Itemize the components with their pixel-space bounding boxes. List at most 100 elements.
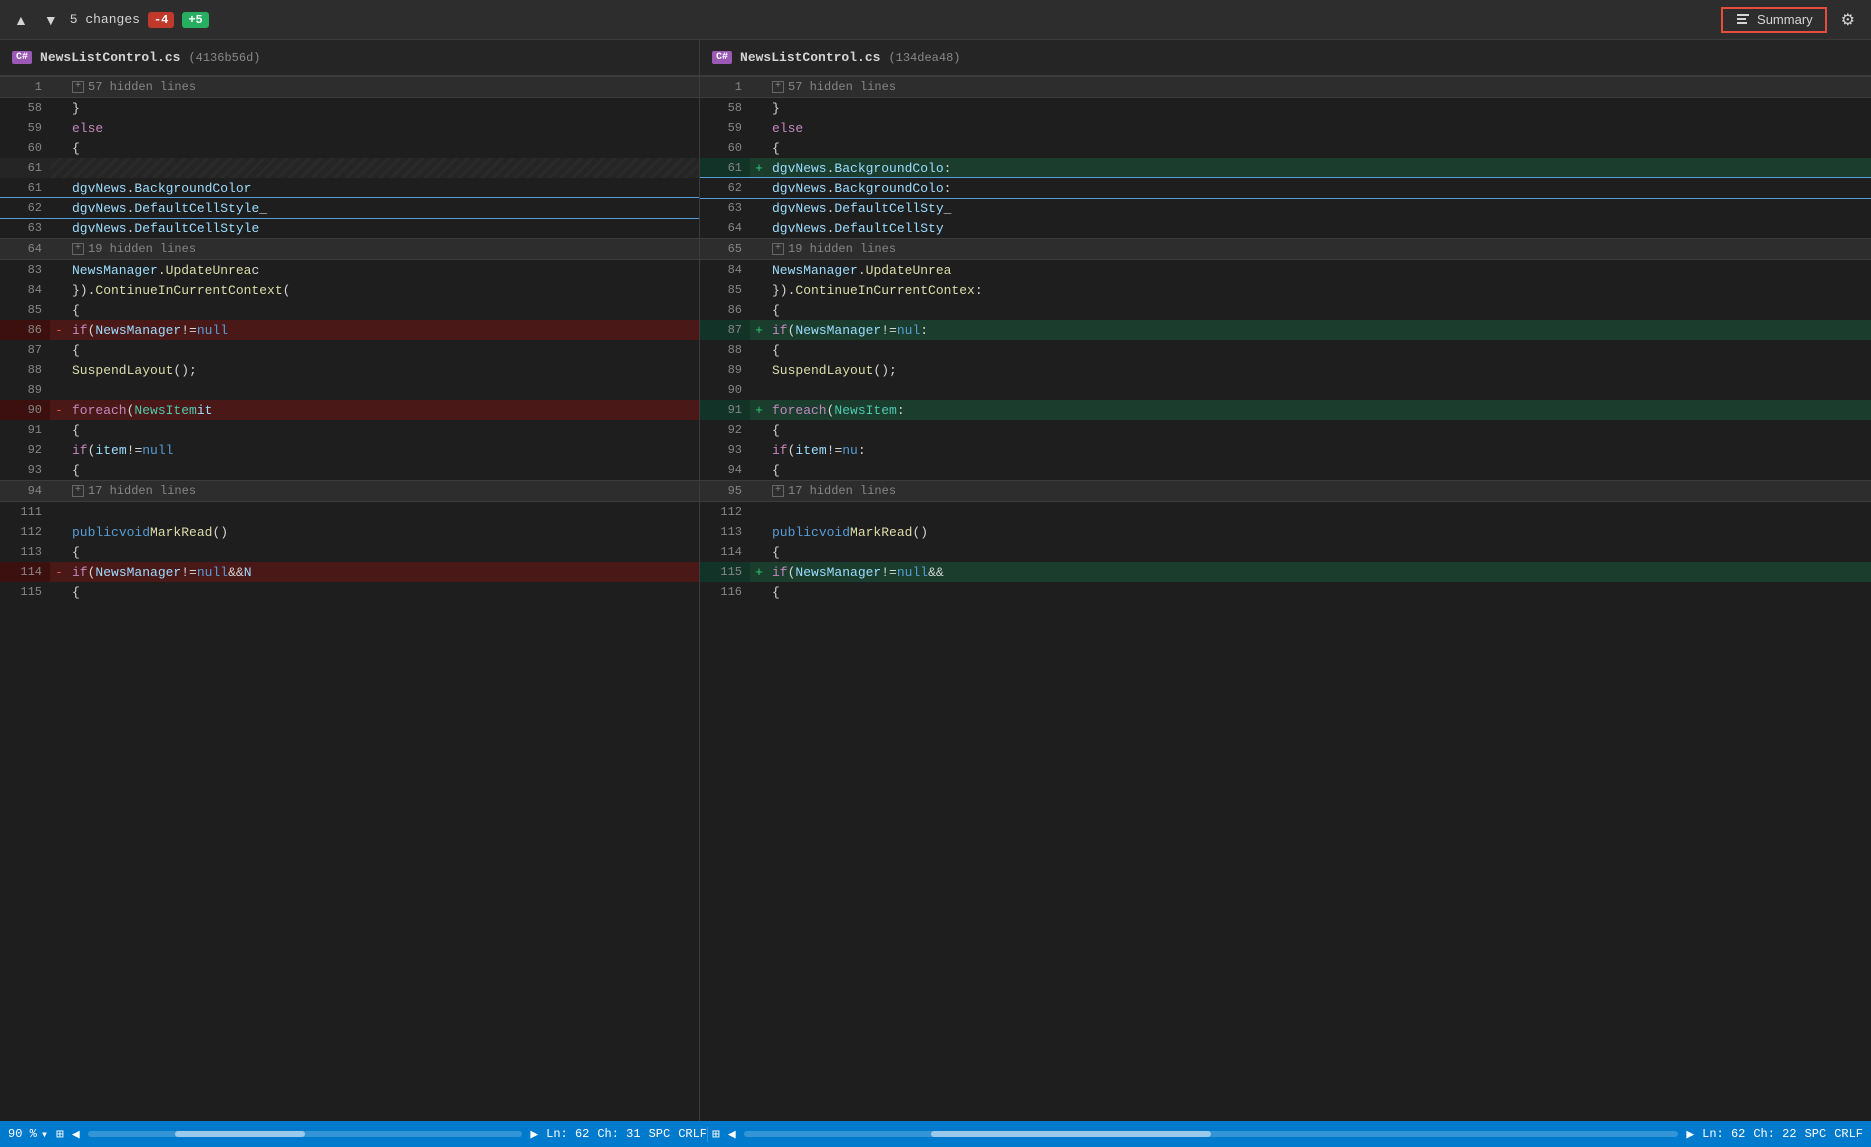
- expand-hidden-17-right[interactable]: +: [772, 485, 784, 497]
- left-scroll-left[interactable]: ◀: [72, 1127, 80, 1142]
- table-row: 91 + foreach (NewsItem :: [700, 400, 1871, 420]
- table-row: 114 {: [700, 542, 1871, 562]
- left-crlf: CRLF: [678, 1127, 707, 1141]
- table-row: 114 - if (NewsManager != null && N: [0, 562, 699, 582]
- left-status-pane: 90 % ▾ ⊞ ◀ ▶ Ln: 62 Ch: 31 SPC CRLF: [8, 1127, 708, 1142]
- diff-container: 1 + 57 hidden lines 58 } 59: [0, 76, 1871, 1121]
- table-row: 87 + if (NewsManager != nul:: [700, 320, 1871, 340]
- right-scroll-left[interactable]: ◀: [728, 1127, 736, 1142]
- table-row: 89: [0, 380, 699, 400]
- left-diff-lines: 1 + 57 hidden lines 58 } 59: [0, 76, 699, 602]
- table-row: 90 - foreach (NewsItem it: [0, 400, 699, 420]
- table-row: 85 }).ContinueInCurrentContex:: [700, 280, 1871, 300]
- table-row: 113 {: [0, 542, 699, 562]
- table-row: 87 {: [0, 340, 699, 360]
- left-diff-pane: 1 + 57 hidden lines 58 } 59: [0, 76, 700, 1121]
- right-file-header: C# NewsListControl.cs (134dea48): [700, 40, 1871, 75]
- left-encoding-btn[interactable]: ⊞: [56, 1127, 64, 1142]
- table-row: 60 {: [700, 138, 1871, 158]
- table-row: 92 if (item != null: [0, 440, 699, 460]
- right-encoding-btn[interactable]: ⊞: [712, 1127, 720, 1142]
- table-row: 60 {: [0, 138, 699, 158]
- right-diff-pane: 1 + 57 hidden lines 58 } 59: [700, 76, 1871, 1121]
- expand-hidden-17-left[interactable]: +: [72, 485, 84, 497]
- right-scrollbar[interactable]: [744, 1131, 1679, 1137]
- hidden-lines-57-right: 1 + 57 hidden lines: [700, 76, 1871, 98]
- table-row: 88 SuspendLayout();: [0, 360, 699, 380]
- expand-hidden-57-right[interactable]: +: [772, 81, 784, 93]
- table-row: 63 dgvNews.DefaultCellStyle: [0, 218, 699, 238]
- left-lang-badge: C#: [12, 51, 32, 64]
- summary-button[interactable]: Summary: [1721, 7, 1827, 33]
- table-row: 88 {: [700, 340, 1871, 360]
- left-zoom[interactable]: 90 % ▾: [8, 1127, 48, 1142]
- table-row: 111: [0, 502, 699, 522]
- left-scrollbar[interactable]: [88, 1131, 523, 1137]
- left-spc: SPC: [649, 1127, 671, 1141]
- table-row: 113 public void MarkRead(): [700, 522, 1871, 542]
- table-row: 86 {: [700, 300, 1871, 320]
- file-headers: C# NewsListControl.cs (4136b56d) C# News…: [0, 40, 1871, 76]
- expand-hidden-19-left[interactable]: +: [72, 243, 84, 255]
- table-row: 59 else: [700, 118, 1871, 138]
- hidden-lines-19-right: 65 + 19 hidden lines: [700, 238, 1871, 260]
- table-row: 93 {: [0, 460, 699, 480]
- table-row: 84 NewsManager.UpdateUnrea: [700, 260, 1871, 280]
- left-ch: Ch: 31: [597, 1127, 640, 1141]
- left-file-hash: (4136b56d): [188, 51, 260, 65]
- toolbar: ▲ ▼ 5 changes -4 +5 Summary ⚙: [0, 0, 1871, 40]
- right-crlf: CRLF: [1834, 1127, 1863, 1141]
- left-filename: NewsListControl.cs: [40, 50, 180, 65]
- table-row: 92 {: [700, 420, 1871, 440]
- table-row: 83 NewsManager.UpdateUnreac: [0, 260, 699, 280]
- table-row: 91 {: [0, 420, 699, 440]
- table-row: 86 - if (NewsManager != null: [0, 320, 699, 340]
- table-row: 61 + dgvNews.BackgroundColo:: [700, 158, 1871, 178]
- table-row: 63 dgvNews.DefaultCellSty_: [700, 198, 1871, 218]
- right-diff-lines: 1 + 57 hidden lines 58 } 59: [700, 76, 1871, 602]
- right-lang-badge: C#: [712, 51, 732, 64]
- table-row: 59 else: [0, 118, 699, 138]
- right-filename: NewsListControl.cs: [740, 50, 880, 65]
- right-scroll[interactable]: 1 + 57 hidden lines 58 } 59: [700, 76, 1871, 1121]
- table-row: 84 }).ContinueInCurrentContext(: [0, 280, 699, 300]
- added-badge: +5: [182, 12, 208, 28]
- table-row: 64 dgvNews.DefaultCellSty: [700, 218, 1871, 238]
- right-file-hash: (134dea48): [888, 51, 960, 65]
- right-ln: Ln: 62: [1702, 1127, 1745, 1141]
- status-bar: 90 % ▾ ⊞ ◀ ▶ Ln: 62 Ch: 31 SPC CRLF ⊞ ◀ …: [0, 1121, 1871, 1147]
- table-row: 115 + if (NewsManager != null &&: [700, 562, 1871, 582]
- expand-hidden-57-left[interactable]: +: [72, 81, 84, 93]
- hidden-lines-17-right: 95 + 17 hidden lines: [700, 480, 1871, 502]
- zoom-dropdown-icon: ▾: [41, 1127, 48, 1142]
- left-scroll[interactable]: 1 + 57 hidden lines 58 } 59: [0, 76, 699, 1121]
- nav-up-button[interactable]: ▲: [10, 10, 32, 30]
- changes-count: 5 changes: [70, 12, 140, 27]
- table-row: 62 dgvNews.BackgroundColo:: [700, 178, 1871, 198]
- table-row: 61: [0, 158, 699, 178]
- table-row: 62 dgvNews.DefaultCellStyle_: [0, 198, 699, 218]
- table-row: 115 {: [0, 582, 699, 602]
- table-row: 90: [700, 380, 1871, 400]
- hidden-lines-19-left: 64 + 19 hidden lines: [0, 238, 699, 260]
- table-row: 93 if (item != nu:: [700, 440, 1871, 460]
- summary-icon: [1735, 12, 1751, 28]
- table-row: 61 dgvNews.BackgroundColor: [0, 178, 699, 198]
- nav-down-button[interactable]: ▼: [40, 10, 62, 30]
- deleted-badge: -4: [148, 12, 174, 28]
- right-spc: SPC: [1805, 1127, 1827, 1141]
- table-row: 58 }: [700, 98, 1871, 118]
- hidden-lines-17-left: 94 + 17 hidden lines: [0, 480, 699, 502]
- left-file-header: C# NewsListControl.cs (4136b56d): [0, 40, 700, 75]
- right-scroll-right[interactable]: ▶: [1686, 1127, 1694, 1142]
- left-scroll-right[interactable]: ▶: [530, 1127, 538, 1142]
- settings-button[interactable]: ⚙: [1835, 8, 1861, 32]
- expand-hidden-19-right[interactable]: +: [772, 243, 784, 255]
- table-row: 112 public void MarkRead(): [0, 522, 699, 542]
- hidden-lines-57-left: 1 + 57 hidden lines: [0, 76, 699, 98]
- table-row: 94 {: [700, 460, 1871, 480]
- table-row: 112: [700, 502, 1871, 522]
- table-row: 58 }: [0, 98, 699, 118]
- table-row: 116 {: [700, 582, 1871, 602]
- left-ln: Ln: 62: [546, 1127, 589, 1141]
